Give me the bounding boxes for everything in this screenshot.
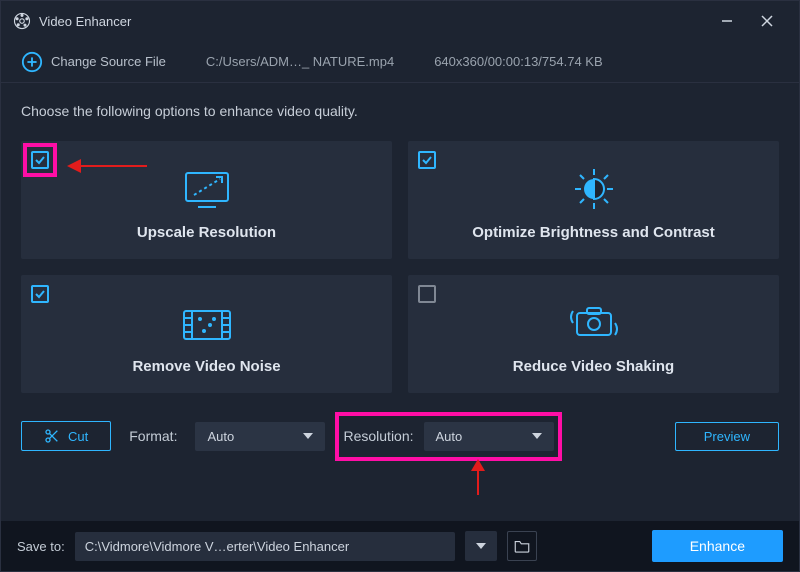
monitor-upscale-icon	[180, 169, 234, 216]
checkbox-brightness[interactable]	[418, 151, 436, 169]
annotation-arrow-resolution	[471, 459, 485, 495]
source-filepath: C:/Users/ADM…_ NATURE.mp4	[206, 54, 394, 69]
chevron-down-icon	[303, 433, 313, 439]
checkbox-upscale[interactable]	[31, 151, 49, 169]
open-folder-button[interactable]	[507, 531, 537, 561]
card-label: Upscale Resolution	[137, 224, 276, 241]
folder-icon	[513, 538, 531, 554]
format-label: Format:	[129, 428, 177, 444]
cut-label: Cut	[68, 429, 88, 444]
app-icon	[13, 12, 31, 30]
enhance-button[interactable]: Enhance	[652, 530, 783, 562]
card-remove-noise[interactable]: Remove Video Noise	[21, 275, 392, 393]
card-brightness-contrast[interactable]: Optimize Brightness and Contrast	[408, 141, 779, 259]
check-icon	[34, 154, 46, 166]
card-label: Optimize Brightness and Contrast	[472, 224, 715, 241]
annotation-arrow-checkbox	[67, 159, 147, 173]
change-source-label: Change Source File	[51, 54, 166, 69]
main-body: Choose the following options to enhance …	[1, 83, 799, 521]
save-path-field[interactable]: C:\Vidmore\Vidmore V…erter\Video Enhance…	[75, 532, 455, 561]
minimize-button[interactable]	[707, 1, 747, 41]
save-path-text: C:\Vidmore\Vidmore V…erter\Video Enhance…	[85, 539, 349, 554]
film-noise-icon	[180, 305, 234, 350]
resolution-value: Auto	[436, 429, 463, 444]
check-icon	[421, 154, 433, 166]
controls-row: Cut Format: Auto Resolution: Auto Previe…	[21, 421, 779, 451]
scissors-icon	[44, 428, 60, 444]
resolution-dropdown[interactable]: Auto	[424, 422, 554, 451]
chevron-down-icon	[476, 543, 486, 549]
footer-bar: Save to: C:\Vidmore\Vidmore V…erter\Vide…	[1, 521, 799, 571]
brightness-icon	[569, 167, 619, 216]
enhance-label: Enhance	[690, 538, 745, 554]
checkbox-noise[interactable]	[31, 285, 49, 303]
format-value: Auto	[207, 429, 234, 444]
resolution-group: Resolution: Auto	[343, 422, 553, 451]
resolution-label: Resolution:	[343, 428, 413, 444]
change-source-button[interactable]: Change Source File	[21, 51, 166, 73]
preview-label: Preview	[704, 429, 750, 444]
save-path-dropdown[interactable]	[465, 531, 497, 561]
titlebar: Video Enhancer	[1, 1, 799, 41]
format-dropdown[interactable]: Auto	[195, 422, 325, 451]
preview-button[interactable]: Preview	[675, 422, 779, 451]
plus-circle-icon	[21, 51, 43, 73]
enhance-cards: Upscale Resolution Opti	[21, 141, 779, 393]
card-reduce-shaking[interactable]: Reduce Video Shaking	[408, 275, 779, 393]
app-window: Video Enhancer Change Source File C:/Use…	[0, 0, 800, 572]
close-button[interactable]	[747, 1, 787, 41]
check-icon	[34, 288, 46, 300]
save-to-label: Save to:	[17, 539, 65, 554]
card-upscale-resolution[interactable]: Upscale Resolution	[21, 141, 392, 259]
source-fileinfo: 640x360/00:00:13/754.74 KB	[434, 54, 602, 69]
card-label: Remove Video Noise	[132, 358, 280, 375]
instruction-text: Choose the following options to enhance …	[21, 103, 779, 119]
app-title: Video Enhancer	[39, 14, 707, 29]
checkbox-shaking[interactable]	[418, 285, 436, 303]
chevron-down-icon	[532, 433, 542, 439]
card-label: Reduce Video Shaking	[513, 358, 674, 375]
cut-button[interactable]: Cut	[21, 421, 111, 451]
camera-shake-icon	[567, 301, 621, 350]
file-toolbar: Change Source File C:/Users/ADM…_ NATURE…	[1, 41, 799, 83]
